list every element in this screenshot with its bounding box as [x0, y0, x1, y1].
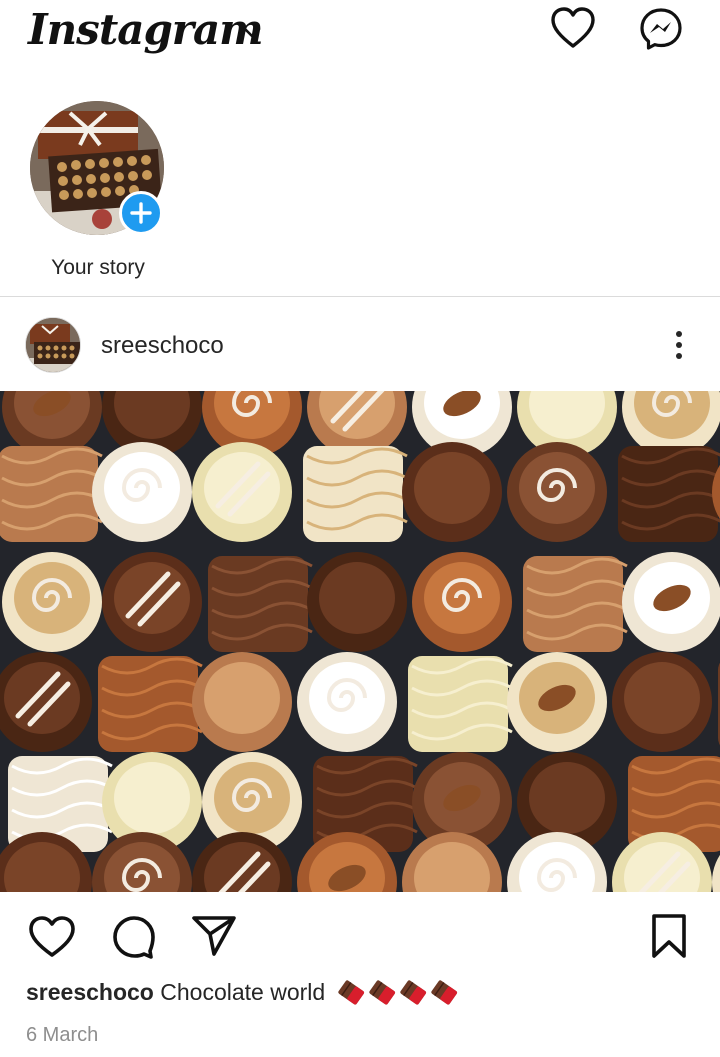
post-image[interactable]: [0, 391, 720, 892]
instagram-logo[interactable]: Instagram: [28, 2, 264, 58]
chocolate-top: [204, 662, 280, 734]
comment-icon[interactable]: [110, 913, 158, 961]
story-label: Your story: [51, 256, 145, 279]
chevron-down-icon[interactable]: [242, 26, 262, 40]
chocolate-top: [624, 662, 700, 734]
chocolate-top: [519, 452, 595, 524]
top-bar: Instagram: [0, 0, 720, 70]
save-icon[interactable]: [648, 912, 690, 960]
chocolates-photo: [0, 391, 720, 892]
share-icon[interactable]: [190, 912, 238, 958]
post-author-avatar[interactable]: [25, 317, 81, 373]
caption-text: Chocolate world: [160, 979, 326, 1006]
chocolate-top: [309, 662, 385, 734]
post-username[interactable]: sreeschoco: [101, 332, 224, 360]
add-story-button[interactable]: [119, 191, 163, 235]
chocolate-box-image: [26, 318, 80, 372]
post-date: 6 March: [26, 1024, 99, 1046]
more-vertical-icon[interactable]: [666, 329, 692, 361]
chocolate-top: [114, 562, 190, 634]
divider: [0, 296, 720, 297]
messenger-icon[interactable]: [638, 6, 684, 52]
chocolate-top: [319, 562, 395, 634]
heart-icon[interactable]: [550, 6, 596, 50]
chocolate-top: [424, 562, 500, 634]
chocolate-top: [104, 452, 180, 524]
chocolate-top: [414, 452, 490, 524]
chocolate-top: [114, 762, 190, 834]
chocolate-top: [529, 762, 605, 834]
chocolate-top: [214, 762, 290, 834]
caption-username[interactable]: sreeschoco: [26, 979, 154, 1005]
chocolate-top: [204, 452, 280, 524]
chocolate-top: [4, 662, 80, 734]
plus-icon: [130, 202, 152, 224]
post-caption: sreeschoco Chocolate world: [26, 979, 466, 1009]
chocolate-top: [14, 562, 90, 634]
chocolate-bar-emoji: [337, 980, 457, 1005]
like-icon[interactable]: [27, 914, 77, 960]
